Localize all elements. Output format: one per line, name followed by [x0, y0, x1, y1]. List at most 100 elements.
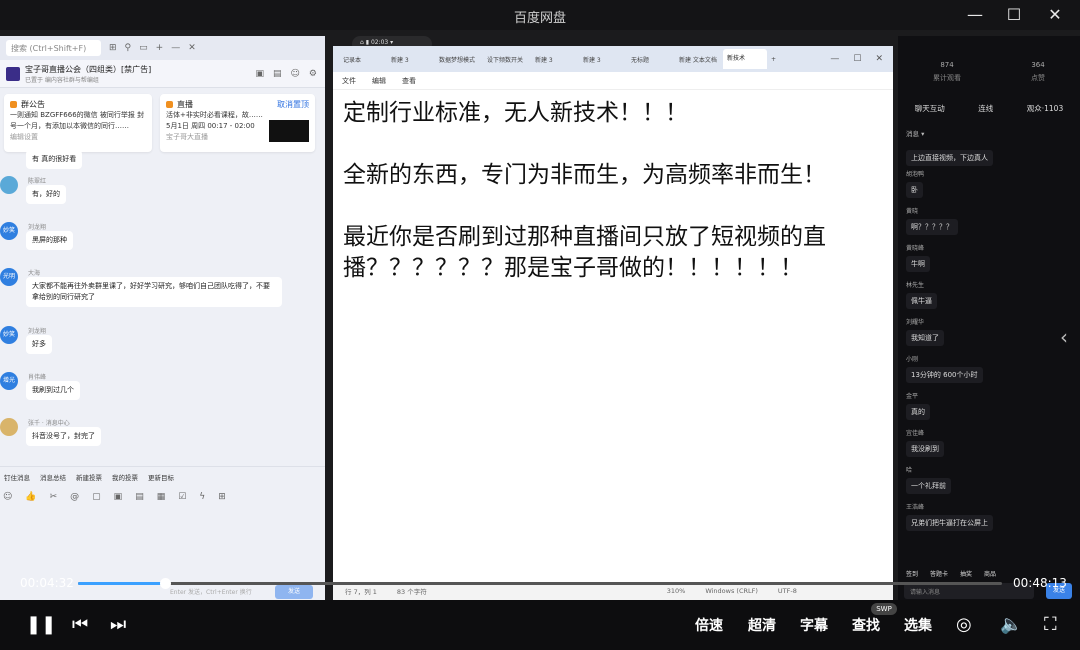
notepad-tabs: 记录本 新建 3 数据梦想模式 设下频数开关 新建 3 新建 3 无标题 新建 … — [333, 46, 893, 72]
avatar — [0, 176, 18, 194]
sender-name: 张千 · 消息中心 — [28, 420, 70, 427]
tab-connect[interactable]: 连线 — [978, 103, 993, 114]
subtitle-button[interactable]: 字幕 — [800, 615, 828, 635]
close-icon[interactable]: ✕ — [875, 54, 883, 64]
quality-button[interactable]: 超清 — [748, 615, 776, 635]
quick-actions: 钉住消息 消息总结 新建投票 我的投票 更新目标 — [0, 466, 325, 486]
calendar-icon[interactable]: ▦ — [157, 492, 166, 502]
app-titlebar: 百度网盘 — ☐ ✕ — [0, 0, 1080, 30]
maximize-button[interactable]: ☐ — [999, 4, 1029, 26]
menu-file[interactable]: 文件 — [342, 76, 356, 86]
new-tab-icon[interactable]: + — [771, 56, 776, 63]
apps-icon[interactable]: ⊞ — [109, 43, 117, 53]
menu-view[interactable]: 查看 — [402, 76, 416, 86]
notice-icon — [10, 101, 17, 108]
close-button[interactable]: ✕ — [1040, 4, 1070, 26]
speed-button[interactable]: 倍速 — [695, 615, 723, 635]
live-message: 王浩峰 兄弟们把牛逼打在公屏上 — [906, 502, 993, 531]
gift-icon[interactable]: ⊞ — [218, 492, 226, 502]
tab[interactable]: 新建 文本文档 — [675, 55, 719, 64]
notepad-text[interactable]: 定制行业标准，无人新技术！！！ 全新的东西，专门为非而生，为高频率非而生！ 最近… — [343, 98, 883, 315]
avatar: 光明 — [0, 268, 18, 286]
settings-icon[interactable]: ⚙ — [309, 69, 317, 79]
quick-summary[interactable]: 消息总结 — [40, 472, 66, 482]
bolt-icon[interactable]: ϟ — [199, 492, 205, 502]
minimize-icon[interactable]: — — [830, 54, 839, 64]
sender-name: 刘龙翔 — [28, 328, 47, 335]
quick-new-vote[interactable]: 新建投票 — [76, 472, 102, 482]
group-tools: ▣ ▤ ☺ ⚙ — [256, 69, 326, 79]
volume-icon[interactable]: 🔈 — [1000, 614, 1022, 635]
collapse-arrow-icon[interactable]: ‹ — [1060, 325, 1068, 349]
live-message: 黄晓 啊？？？？？ — [906, 206, 958, 235]
live-panel: 874 累计观看 364 点赞 聊天互动 连线 观众·1103 消息 ▾ 上边直接视… — [898, 36, 1080, 600]
video-frame[interactable]: 搜索 (Ctrl+Shift+F) ⊞ ⚲ ▭ + — ✕ 宝子哥直播公会（四组… — [0, 30, 1080, 600]
image-icon[interactable]: ▣ — [114, 492, 123, 502]
members-icon[interactable]: ☺ — [291, 69, 300, 79]
quick-pin[interactable]: 钉住消息 — [4, 472, 30, 482]
screen-icon[interactable]: ▭ — [139, 43, 148, 53]
tab-chat[interactable]: 聊天互动 — [915, 103, 945, 114]
tab[interactable]: 无标题 — [627, 55, 671, 64]
avatar: 妙笑 — [0, 326, 18, 344]
group-avatar — [6, 66, 20, 81]
file-icon[interactable]: ▤ — [273, 69, 282, 79]
tab[interactable]: 数据梦想模式 — [435, 55, 479, 64]
notepad-window: 记录本 新建 3 数据梦想模式 设下频数开关 新建 3 新建 3 无标题 新建 … — [333, 46, 893, 600]
episodes-button[interactable]: 选集 — [904, 615, 932, 635]
tab[interactable]: 设下频数开关 — [483, 55, 527, 64]
notice-body: 一则通知 BZGFF666的微信 被同行举报 封号一个月，有添加以本微信的同行…… — [10, 111, 145, 130]
message-filter[interactable]: 消息 ▾ — [906, 128, 1080, 138]
progress-bar[interactable] — [78, 578, 1002, 589]
sender-name: 肖伟峰 — [28, 374, 47, 381]
tab-audience[interactable]: 观众·1103 — [1027, 103, 1063, 114]
swp-badge: SWP — [871, 603, 897, 615]
sender-name: 大海 — [28, 270, 41, 277]
tab[interactable]: 记录本 — [339, 55, 383, 64]
tab[interactable]: 新建 3 — [579, 55, 623, 64]
menu-edit[interactable]: 编辑 — [372, 76, 386, 86]
like-icon[interactable]: 👍 — [25, 492, 36, 502]
action-quiz[interactable]: 答题卡 — [930, 569, 948, 578]
tab-active[interactable]: 新技术 — [723, 49, 767, 69]
previous-icon[interactable]: ⏮ — [72, 614, 88, 635]
send-button[interactable]: 发送 — [275, 585, 313, 599]
next-icon[interactable]: ⏭ — [110, 614, 126, 635]
progress-fill — [78, 582, 165, 585]
message-bubble: 有 真的很好看 — [26, 150, 83, 169]
chat-toolbar: 搜索 (Ctrl+Shift+F) ⊞ ⚲ ▭ + — ✕ — [0, 36, 325, 60]
tab[interactable]: 新建 3 — [387, 55, 431, 64]
folder-icon[interactable]: ▤ — [135, 492, 144, 502]
action-lottery[interactable]: 抽奖 — [960, 569, 972, 578]
file-icon[interactable]: ▢ — [92, 492, 101, 502]
unpin-link[interactable]: 取消置顶 — [277, 99, 309, 110]
group-notice-card[interactable]: 群公告 一则通知 BZGFF666的微信 被同行举报 封号一个月，有添加以本微信… — [4, 94, 152, 152]
fullscreen-icon[interactable]: ⛶ — [1044, 614, 1057, 635]
minimize-icon[interactable]: — — [171, 43, 180, 53]
close-icon[interactable]: ✕ — [188, 43, 196, 53]
check-icon[interactable]: ☑ — [178, 492, 186, 502]
maximize-icon[interactable]: ☐ — [853, 54, 861, 64]
pin-icon[interactable]: ⚲ — [125, 43, 132, 53]
pause-icon[interactable]: ❚❚ — [26, 614, 56, 635]
live-notice-card[interactable]: 直播 取消置顶 活体+非实时必看课程，故…… 5月1日 周四 00:17 - 02… — [160, 94, 315, 152]
search-button[interactable]: 查找 — [852, 615, 880, 635]
group-header: 宝子哥直播公会（四组类）[禁广告] 已置于 编内容社群与帮编组 ▣ ▤ ☺ ⚙ — [0, 60, 325, 88]
quick-my-vote[interactable]: 我的投票 — [112, 472, 138, 482]
search-input[interactable]: 搜索 (Ctrl+Shift+F) — [6, 40, 101, 56]
live-message: 林先生 佩牛逼 — [906, 280, 937, 309]
live-stats: 874 累计观看 364 点赞 — [933, 61, 1045, 82]
scissors-icon[interactable]: ✂ — [50, 492, 58, 502]
quick-update-goal[interactable]: 更新目标 — [148, 472, 174, 482]
action-checkin[interactable]: 签到 — [906, 569, 918, 578]
calendar-icon[interactable]: ▣ — [256, 69, 265, 79]
progress-handle[interactable] — [159, 578, 171, 589]
tab[interactable]: 新建 3 — [531, 55, 575, 64]
settings-icon[interactable]: ◎ — [956, 614, 972, 635]
group-subtitle: 已置于 编内容社群与帮编组 — [25, 76, 99, 84]
at-icon[interactable]: @ — [70, 492, 79, 502]
emoji-icon[interactable]: ☺ — [3, 492, 12, 502]
minimize-button[interactable]: — — [960, 4, 990, 26]
action-products[interactable]: 商品 — [984, 569, 996, 578]
add-icon[interactable]: + — [156, 43, 164, 53]
